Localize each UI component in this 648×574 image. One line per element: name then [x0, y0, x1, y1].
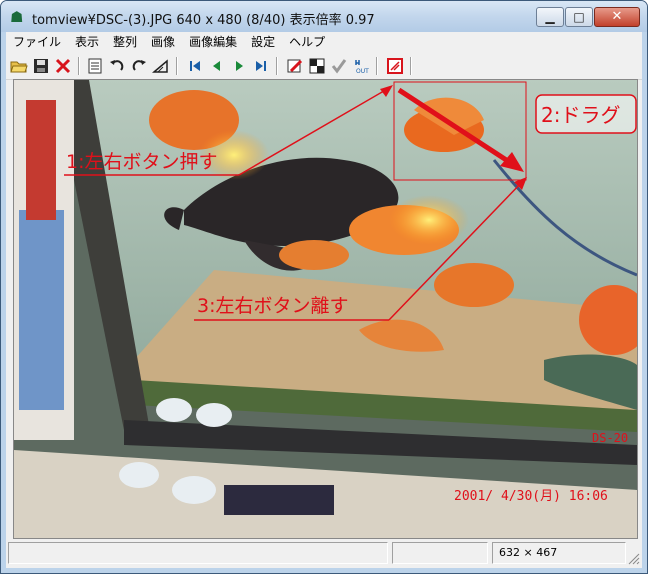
date-stamp: 2001/ 4/30(月) 16:06	[454, 489, 608, 504]
tub	[172, 476, 216, 504]
check-icon[interactable]	[330, 57, 348, 75]
status-bar: 632 × 467	[6, 539, 642, 567]
toolbar-separator	[78, 57, 80, 75]
edit-icon[interactable]	[286, 57, 304, 75]
toolbar-separator	[176, 57, 178, 75]
menu-file[interactable]: ファイル	[6, 32, 68, 52]
close-button[interactable]: ✕	[594, 7, 640, 27]
menu-sort[interactable]: 整列	[106, 32, 144, 52]
app-window: ☗ tomview¥DSC-(3).JPG 640 x 480 (8/40) 表…	[0, 0, 648, 574]
title-bar[interactable]: ☗ tomview¥DSC-(3).JPG 640 x 480 (8/40) 表…	[1, 1, 647, 32]
last-icon[interactable]	[252, 57, 270, 75]
camera-id-stamp: DS-20	[592, 431, 628, 445]
label-package	[224, 485, 334, 515]
image-viewport[interactable]: 1:左右ボタン押す 2:ドラグ 3:左右ボタン離す DS-20 2001/ 4/…	[13, 79, 638, 539]
app-icon: ☗	[10, 8, 24, 26]
next-icon[interactable]	[230, 57, 248, 75]
svg-text:OUT: OUT	[356, 68, 369, 75]
rotate-right-icon[interactable]	[130, 57, 148, 75]
open-folder-icon[interactable]	[10, 57, 28, 75]
window-controls: ▁ □ ✕	[535, 7, 640, 27]
delete-icon[interactable]	[54, 57, 72, 75]
red-package	[26, 100, 56, 220]
step2-label: 2:ドラグ	[541, 103, 620, 127]
toolbar: OUT	[6, 53, 642, 80]
client-area: ファイル 表示 整列 画像 画像編集 設定 ヘルプ OUT 1:左右ボタン押す …	[6, 32, 642, 568]
prev-icon[interactable]	[208, 57, 226, 75]
first-icon[interactable]	[186, 57, 204, 75]
toolbar-separator	[276, 57, 278, 75]
menu-image-edit[interactable]: 画像編集	[182, 32, 244, 52]
minimize-icon: ▁	[545, 10, 555, 24]
tub	[156, 398, 192, 422]
status-cell-2	[392, 542, 488, 564]
step1-label: 1:左右ボタン押す	[66, 151, 218, 173]
toolbar-separator	[410, 57, 412, 75]
menu-settings[interactable]: 設定	[244, 32, 282, 52]
flip-icon[interactable]	[151, 57, 170, 75]
step3-label: 3:左右ボタン離す	[197, 295, 349, 317]
close-icon: ✕	[611, 9, 623, 24]
minimize-button[interactable]: ▁	[536, 7, 564, 27]
save-icon[interactable]	[32, 57, 50, 75]
window-title: tomview¥DSC-(3).JPG 640 x 480 (8/40) 表示倍…	[32, 13, 375, 28]
orange-goldfish	[434, 263, 514, 307]
menu-image[interactable]: 画像	[144, 32, 182, 52]
maximize-icon: □	[573, 10, 585, 24]
orange-goldfish	[279, 240, 349, 270]
list-icon[interactable]	[86, 57, 104, 75]
toolbar-separator	[376, 57, 378, 75]
resize-grip-icon[interactable]	[626, 551, 640, 565]
maximize-button[interactable]: □	[565, 7, 593, 27]
rotate-left-icon[interactable]	[108, 57, 126, 75]
out-icon[interactable]: OUT	[352, 57, 370, 75]
menu-help[interactable]: ヘルプ	[282, 32, 332, 52]
photo-canvas: 1:左右ボタン押す 2:ドラグ 3:左右ボタン離す DS-20 2001/ 4/…	[14, 80, 637, 538]
grayscale-icon[interactable]	[308, 57, 326, 75]
fish-glow	[389, 195, 469, 245]
status-image-size: 632 × 467	[492, 542, 626, 564]
menu-bar: ファイル 表示 整列 画像 画像編集 設定 ヘルプ	[6, 32, 642, 52]
properties-icon[interactable]	[386, 57, 404, 75]
blue-package	[19, 210, 64, 410]
tub	[196, 403, 232, 427]
status-cell-1	[8, 542, 388, 564]
tub	[119, 462, 159, 488]
menu-view[interactable]: 表示	[68, 32, 106, 52]
